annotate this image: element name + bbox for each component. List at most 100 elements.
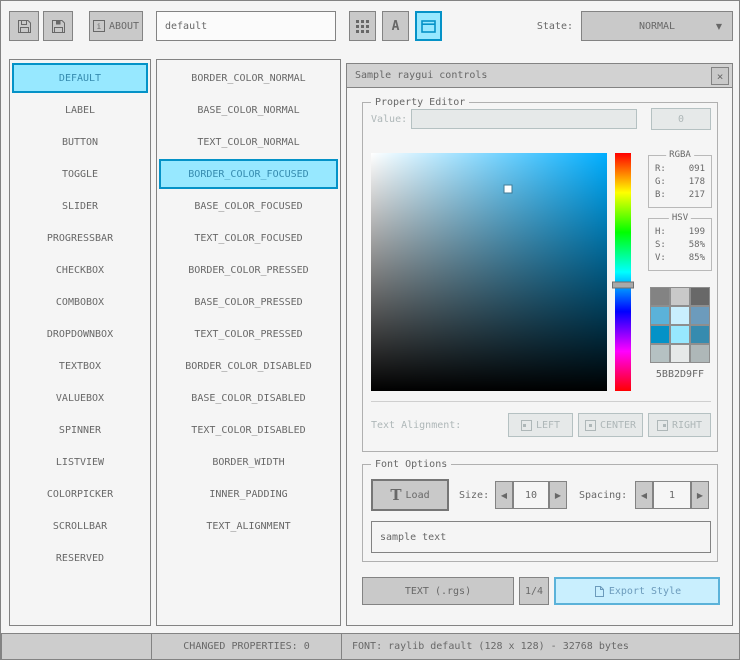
style-color-palette — [650, 287, 710, 363]
property-item-base-color-disabled[interactable]: BASE_COLOR_DISABLED — [159, 383, 338, 413]
control-item-progressbar[interactable]: PROGRESSBAR — [12, 223, 148, 253]
align-center-button[interactable]: CENTER — [578, 413, 643, 437]
style-color-swatch[interactable] — [650, 325, 670, 344]
align-right-button[interactable]: RIGHT — [648, 413, 711, 437]
property-item-text-color-focused[interactable]: TEXT_COLOR_FOCUSED — [159, 223, 338, 253]
style-color-swatch[interactable] — [690, 287, 710, 306]
value-input — [411, 109, 637, 129]
about-button-label: ABOUT — [108, 20, 140, 32]
style-color-swatch[interactable] — [690, 306, 710, 325]
value-button-label: 0 — [677, 113, 685, 125]
properties-listview: BORDER_COLOR_NORMAL BASE_COLOR_NORMAL TEXT… — [156, 59, 341, 626]
statusbar-left — [1, 633, 152, 659]
window-title: Sample raygui controls — [355, 70, 488, 81]
statusbar-changed-properties: CHANGED PROPERTIES: 0 — [151, 633, 342, 659]
open-style-button[interactable] — [9, 11, 39, 41]
size-value-box[interactable]: 10 — [513, 481, 549, 509]
control-item-default[interactable]: DEFAULT — [12, 63, 148, 93]
hue-label: H: — [655, 227, 666, 237]
style-view-button[interactable] — [415, 11, 442, 41]
control-item-toggle[interactable]: TOGGLE — [12, 159, 148, 189]
control-item-reserved[interactable]: RESERVED — [12, 543, 148, 573]
property-item-border-color-normal[interactable]: BORDER_COLOR_NORMAL — [159, 63, 338, 93]
about-button[interactable]: i ABOUT — [89, 11, 143, 41]
control-item-dropdownbox[interactable]: DROPDOWNBOX — [12, 319, 148, 349]
color-picker-cursor[interactable] — [504, 185, 512, 193]
style-color-swatch[interactable] — [670, 344, 690, 363]
control-item-scrollbar[interactable]: SCROLLBAR — [12, 511, 148, 541]
style-color-swatch[interactable] — [670, 325, 690, 344]
control-item-listview[interactable]: LISTVIEW — [12, 447, 148, 477]
control-item-label[interactable]: LABEL — [12, 95, 148, 125]
window-titlebar: Sample raygui controls — [347, 64, 732, 88]
property-item-border-width[interactable]: BORDER_WIDTH — [159, 447, 338, 477]
align-left-label: LEFT — [535, 419, 561, 431]
property-item-base-color-pressed[interactable]: BASE_COLOR_PRESSED — [159, 287, 338, 317]
size-increment-button[interactable]: ▶ — [549, 481, 567, 509]
export-style-button[interactable]: Export Style — [554, 577, 720, 605]
window-close-button[interactable]: × — [711, 67, 729, 85]
floppy-save-icon — [51, 19, 65, 33]
property-item-text-color-pressed[interactable]: TEXT_COLOR_PRESSED — [159, 319, 338, 349]
spacing-value-box[interactable]: 1 — [653, 481, 691, 509]
control-item-textbox[interactable]: TEXTBOX — [12, 351, 148, 381]
spacing-increment-button[interactable]: ▶ — [691, 481, 709, 509]
save-style-button[interactable] — [43, 11, 73, 41]
control-item-spinner[interactable]: SPINNER — [12, 415, 148, 445]
rgba-red-row: R: 091 — [655, 163, 705, 176]
control-item-colorpicker[interactable]: COLORPICKER — [12, 479, 148, 509]
export-style-label: Export Style — [608, 585, 682, 597]
property-item-border-color-disabled[interactable]: BORDER_COLOR_DISABLED — [159, 351, 338, 381]
control-item-valuebox[interactable]: VALUEBOX — [12, 383, 148, 413]
property-item-inner-padding[interactable]: INNER_PADDING — [159, 479, 338, 509]
control-item-button[interactable]: BUTTON — [12, 127, 148, 157]
control-item-combobox[interactable]: COMBOBOX — [12, 287, 148, 317]
rgba-group-label: RGBA — [666, 150, 694, 161]
property-item-base-color-normal[interactable]: BASE_COLOR_NORMAL — [159, 95, 338, 125]
style-color-swatch[interactable] — [650, 306, 670, 325]
saturation-value: 58% — [688, 240, 705, 250]
property-item-text-color-normal[interactable]: TEXT_COLOR_NORMAL — [159, 127, 338, 157]
control-item-slider[interactable]: SLIDER — [12, 191, 148, 221]
hue-bar[interactable] — [612, 153, 634, 391]
style-color-swatch[interactable] — [670, 287, 690, 306]
property-item-base-color-focused[interactable]: BASE_COLOR_FOCUSED — [159, 191, 338, 221]
align-left-icon — [520, 419, 532, 431]
font-load-button[interactable]: T Load — [371, 479, 449, 511]
style-color-swatch[interactable] — [670, 306, 690, 325]
hue-slider-handle[interactable] — [612, 281, 634, 289]
state-dropdown[interactable]: NORMAL ▼ — [581, 11, 733, 41]
property-item-border-color-pressed[interactable]: BORDER_COLOR_PRESSED — [159, 255, 338, 285]
hex-color-value[interactable]: 5BB2D9FF — [648, 369, 712, 380]
align-left-button[interactable]: LEFT — [508, 413, 573, 437]
spacing-decrement-button[interactable]: ◀ — [635, 481, 653, 509]
export-format-button[interactable]: TEXT (.rgs) — [362, 577, 514, 605]
saturation-label: S: — [655, 240, 666, 250]
style-color-swatch[interactable] — [690, 344, 710, 363]
value-row: V: 85% — [655, 252, 705, 265]
property-editor-group-label: Property Editor — [371, 97, 470, 108]
font-view-button[interactable]: A — [382, 11, 409, 41]
color-picker-panel[interactable] — [371, 153, 607, 391]
text-alignment-label: Text Alignment: — [371, 419, 462, 431]
control-item-checkbox[interactable]: CHECKBOX — [12, 255, 148, 285]
statusbar-font-info: FONT: raylib default (128 x 128) - 32768… — [341, 633, 739, 659]
size-decrement-button[interactable]: ◀ — [495, 481, 513, 509]
font-options-group-label: Font Options — [371, 459, 452, 470]
export-page-button[interactable]: 1/4 — [519, 577, 549, 605]
window-panel-icon — [421, 19, 436, 33]
close-icon: × — [716, 69, 724, 83]
hsv-group: HSV H: 199 S: 58% V: 85% — [648, 213, 712, 271]
sample-text-input[interactable] — [371, 521, 711, 553]
style-color-swatch[interactable] — [650, 287, 670, 306]
property-item-text-alignment[interactable]: TEXT_ALIGNMENT — [159, 511, 338, 541]
font-options-group: Font Options T Load Size: ◀ 10 ▶ Spacing… — [362, 459, 718, 562]
style-color-swatch[interactable] — [690, 325, 710, 344]
style-color-swatch[interactable] — [650, 344, 670, 363]
property-item-text-color-disabled[interactable]: TEXT_COLOR_DISABLED — [159, 415, 338, 445]
style-name-input[interactable] — [156, 11, 336, 41]
grid-view-button[interactable] — [349, 11, 376, 41]
arrow-left-icon: ◀ — [640, 490, 648, 500]
property-item-border-color-focused[interactable]: BORDER_COLOR_FOCUSED — [159, 159, 338, 189]
hue-value: 199 — [688, 227, 705, 237]
